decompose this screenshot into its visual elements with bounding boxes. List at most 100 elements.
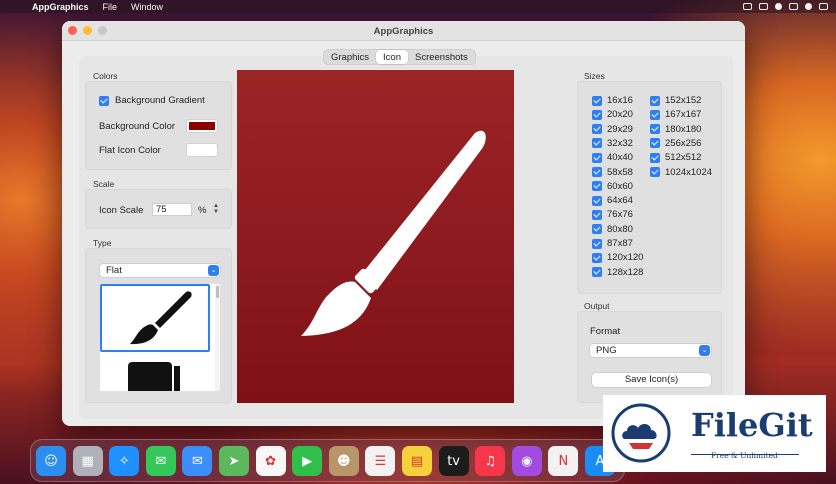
size-label: 1024x1024 [665,166,713,178]
size-checkbox-167x167[interactable]: 167x167 [650,109,701,120]
checkbox[interactable] [650,152,660,163]
checkbox[interactable] [592,195,602,206]
size-checkbox-64x64[interactable]: 64x64 [592,195,633,206]
size-checkbox-120x120[interactable]: 120x120 [592,252,643,263]
background-gradient-checkbox[interactable] [99,95,109,106]
messages-icon[interactable]: ✉ [145,446,176,476]
size-checkbox-29x29[interactable]: 29x29 [592,124,633,135]
checkbox[interactable] [592,252,602,263]
size-checkbox-152x152[interactable]: 152x152 [650,95,701,106]
tab-icon[interactable]: Icon [376,50,408,64]
checkbox[interactable] [592,267,602,278]
size-checkbox-1024x1024[interactable]: 1024x1024 [650,167,712,178]
size-label: 256x256 [665,137,702,149]
control-center-icon[interactable] [819,3,828,10]
size-checkbox-87x87[interactable]: 87x87 [592,238,633,249]
checkbox[interactable] [592,181,602,192]
save-icons-button[interactable]: Save Icon(s) [592,373,711,387]
flat-icon-color-well[interactable] [187,144,217,156]
icon-scale-input[interactable]: 75 [152,203,192,216]
checkbox[interactable] [650,95,660,106]
size-checkbox-20x20[interactable]: 20x20 [592,109,633,120]
background-color-label: Background Color [99,121,176,132]
icon-scale-label: Icon Scale [99,205,144,216]
checkbox[interactable] [592,138,602,149]
size-label: 128x128 [607,266,644,278]
launchpad-icon[interactable]: ▦ [72,446,103,476]
size-checkbox-180x180[interactable]: 180x180 [650,124,701,135]
size-label: 32x32 [607,137,633,149]
size-label: 167x167 [665,109,702,121]
checkbox[interactable] [592,95,602,106]
cloud-logo-icon [611,403,671,463]
music-icon[interactable]: ♫ [475,446,506,476]
menu-file[interactable]: File [103,2,118,12]
safari-icon[interactable]: ✧ [109,446,140,476]
type-item-marker[interactable] [100,354,210,391]
size-checkbox-32x32[interactable]: 32x32 [592,138,633,149]
background-gradient-row[interactable]: Background Gradient [99,95,205,106]
checkbox[interactable] [650,167,660,177]
user-icon[interactable] [775,3,782,10]
sizes-section-label: Sizes [584,71,605,81]
size-label: 180x180 [665,123,702,135]
marker-icon [128,362,180,391]
type-dropdown[interactable]: Flat ⌄ [100,264,220,277]
finder-icon[interactable]: ☺ [36,446,66,476]
scale-section-label: Scale [93,179,115,189]
percent-unit: % [198,205,207,216]
size-label: 16x16 [607,95,633,106]
photos-icon[interactable]: ✿ [255,446,286,476]
size-checkbox-16x16[interactable]: 16x16 [592,95,633,106]
format-dropdown[interactable]: PNG ⌄ [590,344,711,357]
size-checkbox-128x128[interactable]: 128x128 [592,267,643,278]
reminders-icon[interactable]: ☰ [365,446,396,476]
icon-preview [237,70,514,403]
size-checkbox-512x512[interactable]: 512x512 [650,152,701,163]
checkbox[interactable] [650,138,660,149]
app-window: AppGraphics Graphics Icon Screenshots Co… [62,21,745,426]
notes-icon[interactable]: ▤ [402,446,432,476]
checkbox[interactable] [592,167,602,177]
title-bar: AppGraphics [62,21,745,41]
screen-icon[interactable] [759,3,768,10]
wifi-icon[interactable] [805,3,812,10]
menu-window[interactable]: Window [131,2,163,12]
type-item-brush[interactable] [100,284,210,352]
display-icon[interactable] [743,3,752,10]
checkbox[interactable] [650,109,660,120]
maps-icon[interactable]: ➤ [219,446,249,476]
mail-icon[interactable]: ✉ [182,446,213,476]
podcasts-icon[interactable]: ◉ [511,446,542,476]
badge-brand: FileGit [691,406,813,444]
type-list[interactable] [100,284,220,391]
window-title: AppGraphics [373,26,434,37]
checkbox[interactable] [592,209,602,220]
size-checkbox-256x256[interactable]: 256x256 [650,138,701,149]
menu-app-name[interactable]: AppGraphics [32,2,89,12]
size-checkbox-40x40[interactable]: 40x40 [592,152,633,163]
size-checkbox-80x80[interactable]: 80x80 [592,224,633,235]
size-label: 87x87 [607,238,633,249]
facetime-icon[interactable]: ▶ [292,446,323,476]
checkbox[interactable] [592,224,602,235]
icon-scale-stepper[interactable]: ▲ ▼ [212,203,220,216]
size-checkbox-60x60[interactable]: 60x60 [592,181,633,192]
battery-icon[interactable] [789,3,798,10]
checkbox[interactable] [650,124,660,135]
contacts-icon[interactable]: ☻ [328,446,359,476]
checkbox[interactable] [592,124,602,135]
size-checkbox-76x76[interactable]: 76x76 [592,209,633,220]
tab-screenshots[interactable]: Screenshots [408,50,475,64]
checkbox[interactable] [592,109,602,120]
dock: ☺ ▦ ✧ ✉ ✉ ➤ ✿ ▶ ☻ ☰ ▤ tv ♫ ◉ N A [30,439,625,482]
flat-icon-color-label: Flat Icon Color [99,145,161,156]
background-color-well[interactable] [187,120,217,132]
tab-graphics[interactable]: Graphics [324,50,376,64]
checkbox[interactable] [592,152,602,163]
type-list-scrollbar[interactable] [215,284,220,391]
checkbox[interactable] [592,238,602,249]
news-icon[interactable]: N [548,446,579,476]
size-checkbox-58x58[interactable]: 58x58 [592,167,633,178]
appletv-icon[interactable]: tv [438,446,469,476]
